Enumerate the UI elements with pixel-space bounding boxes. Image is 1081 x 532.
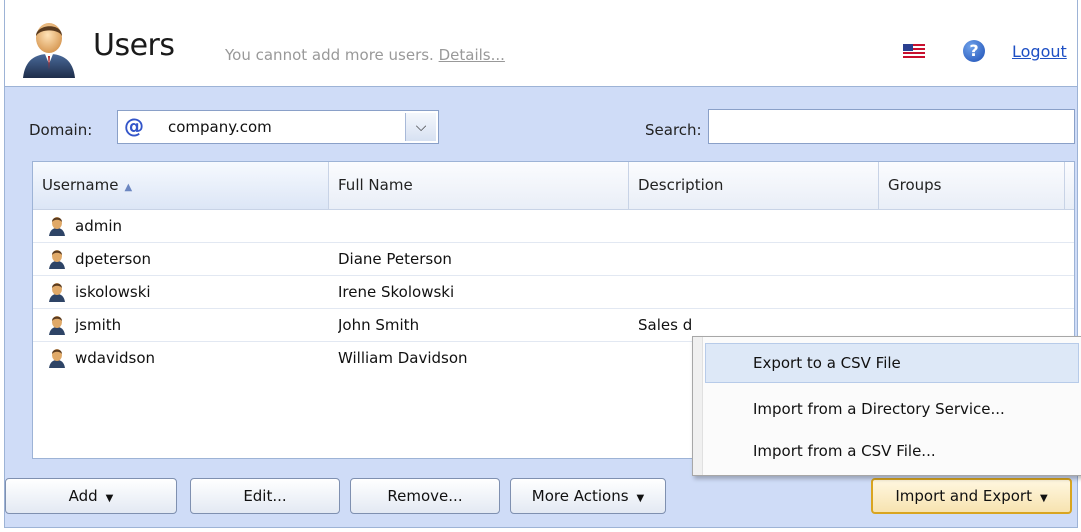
domain-value: company.com [168,118,272,136]
cell-username: jsmith [75,316,122,334]
at-sign-icon: @ [124,114,144,138]
column-header-description[interactable]: Description [629,162,879,209]
dropdown-arrow-icon: ▼ [636,493,645,504]
page-title: Users [93,28,175,63]
cell-username: wdavidson [75,349,156,367]
domain-select[interactable]: @ company.com ⌵ [117,110,439,144]
more-actions-button[interactable]: More Actions ▼ [510,478,666,514]
notice-text: You cannot add more users. [225,46,434,64]
cell-full-name: Diane Peterson [338,250,452,268]
help-icon[interactable]: ? [963,40,985,62]
users-icon [23,23,75,78]
user-icon [49,349,65,368]
dropdown-arrow-icon: ▼ [105,493,114,504]
edit-button[interactable]: Edit... [190,478,340,514]
menu-item-export-csv[interactable]: Export to a CSV File [705,343,1079,383]
domain-label: Domain: [29,121,93,139]
import-export-button[interactable]: Import and Export ▼ [871,478,1072,514]
menu-item-import-directory-service[interactable]: Import from a Directory Service... [705,389,1079,429]
menu-item-import-csv[interactable]: Import from a CSV File... [705,431,1079,471]
dropdown-arrow-icon: ▼ [1039,493,1048,504]
add-button[interactable]: Add ▼ [5,478,177,514]
cell-full-name: William Davidson [338,349,468,367]
table-header: Username ▲ Full Name Description Groups [33,162,1074,210]
users-panel: Users You cannot add more users. Details… [4,0,1081,528]
cell-full-name: John Smith [338,316,420,334]
search-label: Search: [645,121,702,139]
user-icon [49,283,65,302]
column-header-username[interactable]: Username ▲ [33,162,329,209]
header: Users You cannot add more users. Details… [5,0,1077,87]
menu-icon-strip [693,337,703,475]
remove-button[interactable]: Remove... [350,478,500,514]
details-link[interactable]: Details... [439,46,505,64]
logout-link[interactable]: Logout [1012,42,1067,61]
column-header-groups[interactable]: Groups [879,162,1065,209]
column-header-full-name[interactable]: Full Name [329,162,629,209]
import-export-menu: Export to a CSV File Import from a Direc… [692,336,1081,476]
cell-full-name: Irene Skolowski [338,283,455,301]
us-flag-icon[interactable] [903,44,925,58]
table-row[interactable]: admin [33,210,1074,243]
chevron-down-icon[interactable]: ⌵ [405,113,436,141]
table-row[interactable]: dpeterson Diane Peterson [33,243,1074,276]
cell-username: iskolowski [75,283,151,301]
cell-description: Sales d [638,316,693,334]
user-icon [49,217,65,236]
table-row[interactable]: iskolowski Irene Skolowski [33,276,1074,309]
sort-ascending-icon: ▲ [124,182,133,193]
cell-username: admin [75,217,122,235]
license-notice: You cannot add more users. Details... [225,46,505,64]
user-icon [49,250,65,269]
cell-username: dpeterson [75,250,152,268]
user-icon [49,316,65,335]
search-input[interactable] [708,109,1075,144]
